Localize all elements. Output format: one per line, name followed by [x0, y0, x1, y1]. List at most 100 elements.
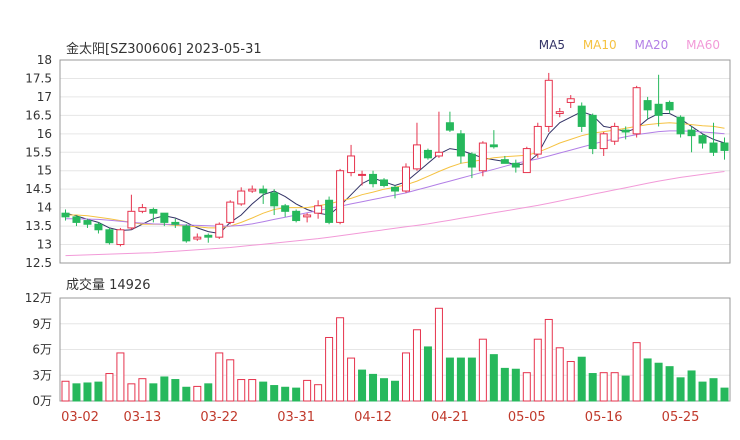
price-tick-label: 15: [37, 164, 52, 178]
candle-body: [292, 210, 301, 222]
date-axis: 03-02 03-13 03-22 03-31 04-12 04-21 05-05 05-16…: [61, 410, 699, 425]
volume-tick-label: 9万: [32, 317, 52, 331]
candle-body: [347, 155, 356, 174]
volume-bar: [456, 357, 465, 402]
date-tick-label: 05-05: [508, 410, 546, 425]
price-tick-label: 18: [37, 53, 52, 67]
candle-body: [478, 142, 487, 172]
price-tick-label: 12.5: [25, 256, 52, 270]
volume-bar: [687, 370, 696, 402]
stock-chart: 18 17.5 17 16.5 16 15.5 15 14.5 14 13.5 13 12.5 12万…: [25, 53, 731, 425]
volume-bar: [336, 317, 345, 402]
volume-bar: [434, 307, 443, 402]
candle-body: [303, 214, 312, 218]
volume-bar: [149, 383, 158, 402]
candle-body: [720, 142, 729, 151]
date-tick-label: 04-21: [431, 410, 469, 425]
candle-body: [369, 173, 378, 185]
candle-body: [61, 212, 70, 218]
volume-bar: [116, 352, 125, 402]
candle-body: [215, 223, 224, 238]
candle-body: [412, 144, 421, 170]
volume-bar: [226, 359, 235, 402]
candle-body: [204, 234, 213, 238]
volume-bar: [643, 358, 652, 402]
volume-bar: [380, 378, 389, 402]
candle-body: [566, 98, 575, 103]
candle-body: [632, 87, 641, 135]
candle-body: [127, 210, 136, 229]
volume-bar: [369, 373, 378, 402]
volume-bar: [511, 368, 520, 402]
candle-body: [643, 100, 652, 111]
volume-bar: [401, 352, 410, 402]
volume-tick-label: 3万: [32, 368, 52, 382]
candle-body: [160, 212, 169, 223]
candle-body: [182, 225, 191, 242]
volume-bar: [544, 318, 553, 402]
volume-bar: [127, 383, 136, 402]
candle-body: [358, 173, 367, 176]
candle-body: [149, 208, 158, 214]
volume-bar: [83, 382, 92, 402]
candle-body: [94, 223, 103, 231]
volume-bar: [412, 329, 421, 402]
candle-body: [577, 105, 586, 127]
volume-bar: [577, 356, 586, 402]
volume-bar: [720, 387, 729, 402]
candle-body: [259, 188, 268, 194]
volume-bar: [588, 373, 597, 402]
candle-body: [698, 135, 707, 144]
volume-bar: [632, 342, 641, 402]
price-grid: [59, 59, 731, 264]
candles: [61, 72, 729, 247]
volume-bar: [621, 375, 630, 402]
candle-body: [248, 188, 257, 192]
price-tick-label: 17.5: [25, 71, 52, 85]
price-tick-label: 13.5: [25, 219, 52, 233]
candle-body: [522, 148, 531, 174]
candle-body: [456, 133, 465, 157]
candle-body: [599, 133, 608, 150]
candle-body: [511, 162, 520, 168]
date-tick-label: 05-25: [662, 410, 700, 425]
date-tick-label: 03-22: [200, 410, 238, 425]
volume-bar: [325, 336, 334, 402]
volume-bar: [489, 354, 498, 402]
volume-bar: [533, 338, 542, 402]
volume-bar: [599, 372, 608, 402]
candle-body: [610, 125, 619, 142]
price-tick-label: 14: [37, 201, 52, 215]
volume-bar: [522, 372, 531, 402]
volume-bar: [182, 386, 191, 402]
price-axis: 18 17.5 17 16.5 16 15.5 15 14.5 14 13.5 13 12.5: [25, 53, 52, 270]
candle-body: [226, 201, 235, 223]
volume-bar: [665, 366, 674, 402]
candle-body: [555, 111, 564, 115]
volume-bar: [709, 378, 718, 402]
volume-axis: 12万 9万 6万 3万 0万: [25, 291, 52, 408]
volume-bar: [445, 357, 454, 402]
candle-body: [434, 151, 443, 157]
volume-bar: [358, 369, 367, 402]
volume-bar: [138, 378, 147, 402]
date-tick-label: 03-31: [277, 410, 315, 425]
volume-bar: [292, 387, 301, 402]
candle-body: [237, 190, 246, 205]
candle-body: [489, 144, 498, 148]
volume-bar: [171, 379, 180, 402]
candle-body: [193, 236, 202, 240]
candle-body: [105, 229, 114, 244]
candle-body: [72, 216, 81, 223]
candle-body: [401, 166, 410, 192]
volume-bar: [204, 383, 213, 402]
volume-bar: [193, 385, 202, 402]
candle-body: [138, 207, 147, 212]
volume-bar: [500, 367, 509, 402]
candle-body: [116, 229, 125, 246]
volume-bars: [61, 307, 729, 402]
volume-tick-label: 12万: [25, 291, 52, 305]
volume-bar: [61, 380, 70, 402]
volume-bar: [610, 372, 619, 402]
price-tick-label: 17: [37, 90, 52, 104]
